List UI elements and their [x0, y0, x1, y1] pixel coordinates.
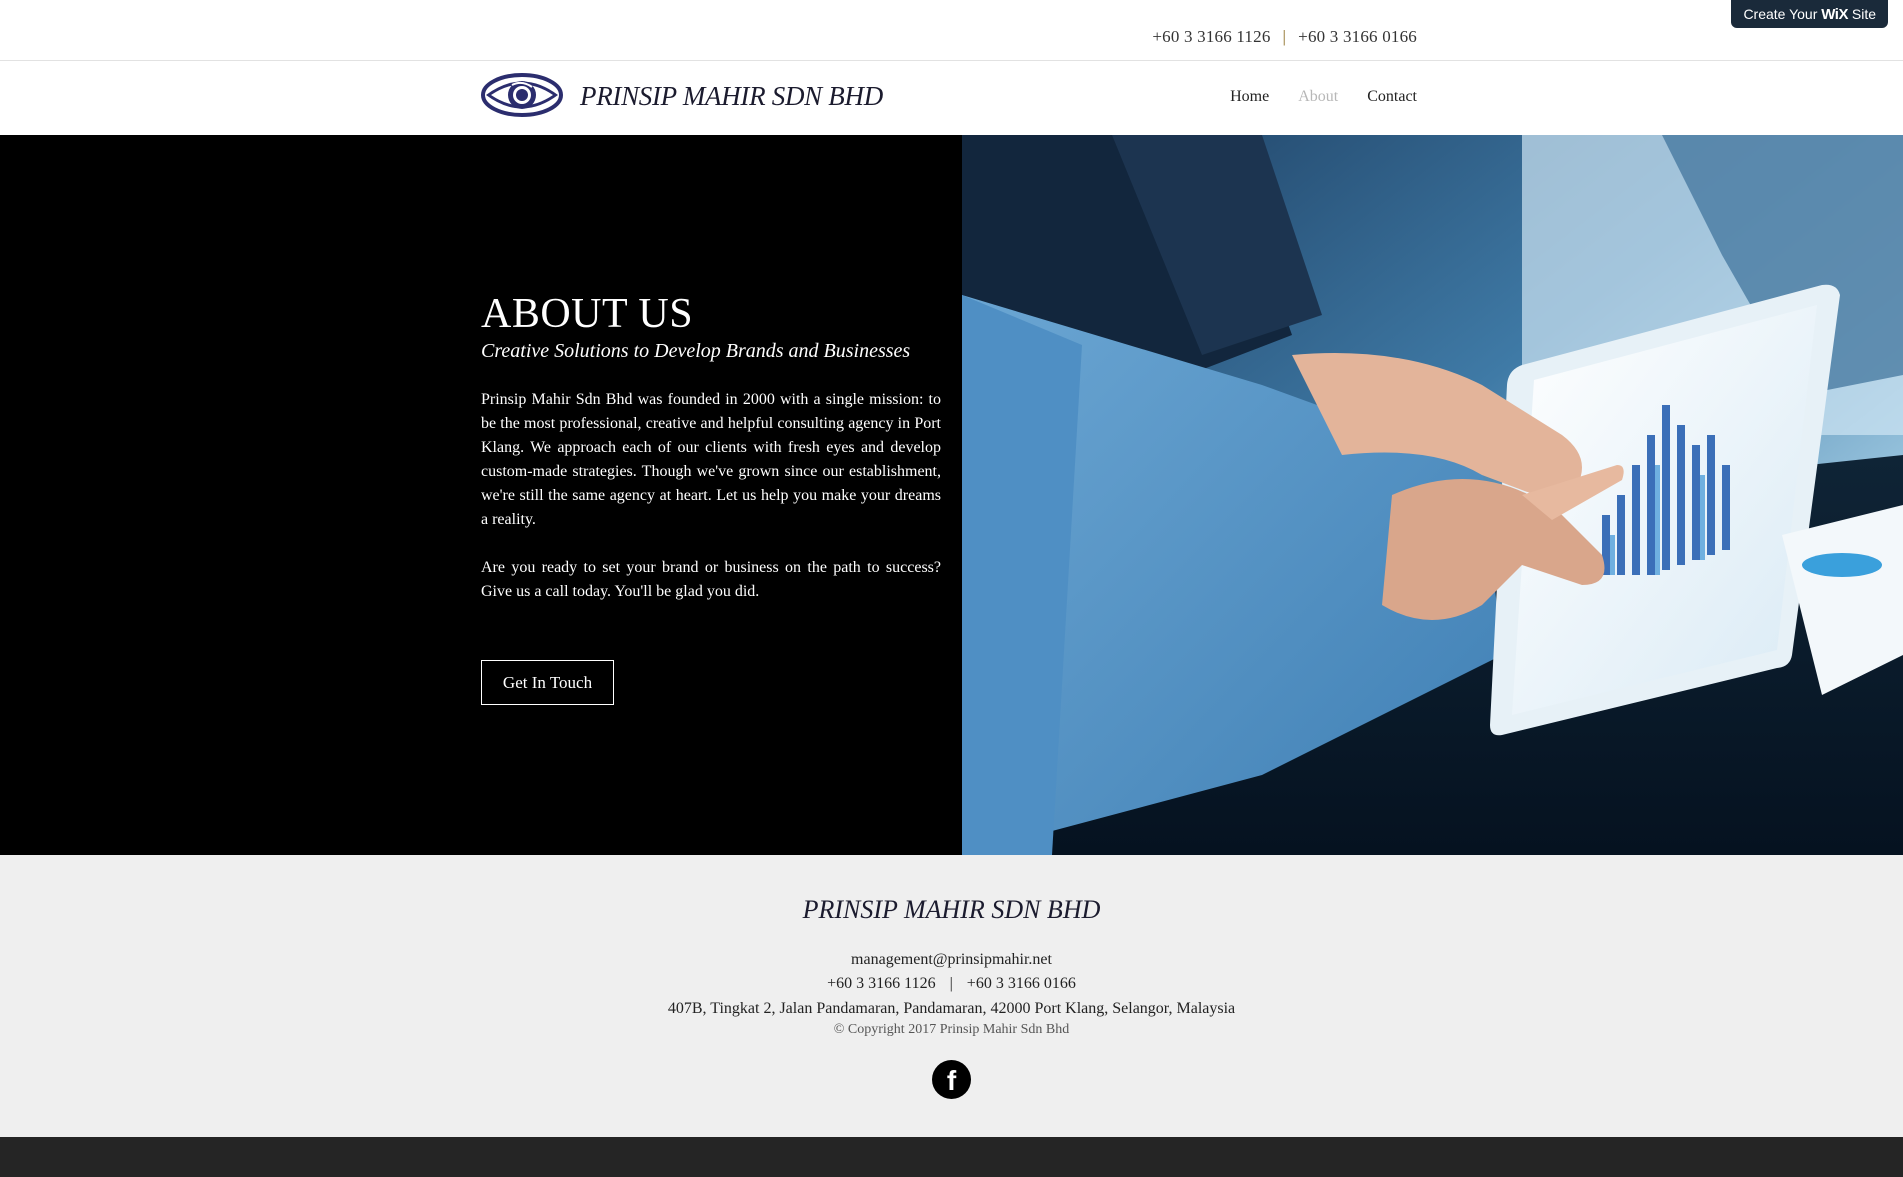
eye-icon[interactable] — [481, 72, 563, 118]
nav-home[interactable]: Home — [1230, 88, 1269, 106]
footer-phone-separator: | — [949, 975, 953, 992]
page-subtitle: Creative Solutions to Develop Brands and… — [481, 340, 911, 362]
about-paragraph-2: Are you ready to set your brand or busin… — [481, 559, 941, 600]
site-footer: PRINSIP MAHIR SDN BHD management@prinsip… — [0, 855, 1903, 1137]
main-nav: Home About Contact — [1230, 88, 1417, 106]
about-paragraph-1: Prinsip Mahir Sdn Bhd was founded in 200… — [481, 391, 941, 528]
footer-copyright: © Copyright 2017 Prinsip Mahir Sdn Bhd — [833, 1022, 1070, 1037]
business-tablet-photo — [962, 135, 1903, 855]
hero-image — [962, 135, 1903, 855]
header-phone-2[interactable]: +60 3 3166 0166 — [1298, 27, 1417, 46]
header-phone-numbers: +60 3 3166 1126 | +60 3 3166 0166 — [1152, 27, 1417, 47]
wix-logo: WiX — [1821, 6, 1848, 23]
footer-phone-1[interactable]: +60 3 3166 1126 — [827, 975, 935, 992]
phone-separator: | — [1282, 27, 1287, 46]
footer-address: 407B, Tingkat 2, Jalan Pandamaran, Panda… — [667, 1000, 1236, 1017]
facebook-icon[interactable]: f — [932, 1060, 971, 1099]
create-wix-site-badge[interactable]: Create Your WiX Site — [1731, 0, 1888, 28]
page-title: ABOUT US — [481, 291, 694, 337]
page-bottom-bar — [0, 1137, 1903, 1177]
wix-badge-prefix: Create Your — [1743, 6, 1818, 22]
footer-email-link[interactable]: management@prinsipmahir.net — [851, 951, 1052, 968]
footer-phone-2[interactable]: +60 3 3166 0166 — [967, 975, 1076, 992]
header-phone-1[interactable]: +60 3 3166 1126 — [1152, 27, 1270, 46]
nav-about[interactable]: About — [1298, 88, 1338, 106]
get-in-touch-button[interactable]: Get In Touch — [481, 660, 614, 705]
site-brand[interactable]: PRINSIP MAHIR SDN BHD — [580, 81, 883, 112]
nav-contact[interactable]: Contact — [1367, 88, 1417, 106]
footer-brand: PRINSIP MAHIR SDN BHD — [802, 895, 1101, 924]
footer-phones: +60 3 3166 1126 | +60 3 3166 0166 — [0, 975, 1903, 993]
top-contact-bar: +60 3 3166 1126 | +60 3 3166 0166 — [0, 0, 1903, 61]
about-description: Prinsip Mahir Sdn Bhd was founded in 200… — [481, 388, 941, 604]
site-header: PRINSIP MAHIR SDN BHD Home About Contact — [0, 61, 1903, 135]
wix-badge-suffix: Site — [1851, 6, 1876, 22]
footer-email: management@prinsipmahir.net — [0, 951, 1903, 969]
